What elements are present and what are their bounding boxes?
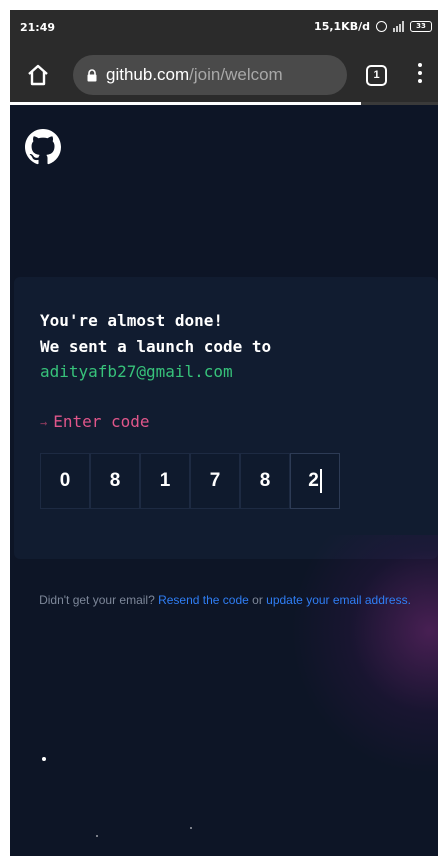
- menu-icon[interactable]: [417, 63, 423, 85]
- code-digit-input[interactable]: 8: [90, 453, 140, 509]
- status-time: 21:49: [20, 21, 56, 34]
- tab-switcher-icon[interactable]: 1: [366, 65, 387, 86]
- tab-count: 1: [373, 69, 380, 81]
- enter-code-label: → Enter code: [40, 412, 150, 431]
- sent-code-text: We sent a launch code to: [40, 337, 272, 356]
- code-digit-value: 7: [209, 470, 221, 491]
- code-digit-value: 8: [109, 470, 121, 491]
- resend-or: or: [248, 593, 267, 607]
- code-digit-input[interactable]: 0: [40, 453, 90, 509]
- signal-icon: [393, 21, 404, 32]
- resend-text: Didn't get your email? Resend the code o…: [30, 590, 420, 611]
- almost-done-heading: You're almost done!: [40, 311, 224, 330]
- code-digit-value: 0: [59, 470, 71, 491]
- background-star: [96, 835, 98, 837]
- battery-icon: 33: [410, 21, 432, 32]
- status-indicators: 15,1KB/d 33: [314, 20, 432, 33]
- code-digit-value: 2: [308, 470, 319, 491]
- resend-code-link[interactable]: Resend the code: [158, 593, 249, 607]
- home-icon[interactable]: [26, 63, 50, 87]
- background-star: [190, 827, 192, 829]
- text-caret: [319, 469, 322, 493]
- code-digit-value: 8: [259, 470, 271, 491]
- url-domain: github.com: [106, 65, 190, 84]
- email-address: adityafb27@gmail.com: [40, 362, 233, 381]
- code-digit-input[interactable]: 8: [240, 453, 290, 509]
- network-speed: 15,1KB/d: [314, 20, 370, 33]
- status-bar: 21:49 15,1KB/d 33: [10, 10, 438, 46]
- browser-toolbar: github.com/join/welcom 1: [10, 46, 438, 104]
- alarm-icon: [376, 21, 387, 32]
- code-input-group: 0 8 1 7 8 2: [40, 453, 340, 509]
- url-bar[interactable]: github.com/join/welcom: [73, 55, 347, 95]
- page-content: You're almost done! We sent a launch cod…: [10, 105, 438, 856]
- code-digit-input[interactable]: 2: [290, 453, 340, 509]
- background-glow: [290, 535, 438, 775]
- resend-prefix: Didn't get your email?: [39, 593, 159, 607]
- screenshot-frame: 21:49 15,1KB/d 33 github.com/join/welcom…: [10, 10, 438, 856]
- launch-code-card: You're almost done! We sent a launch cod…: [14, 277, 438, 559]
- code-digit-input[interactable]: 1: [140, 453, 190, 509]
- lock-icon: [87, 68, 97, 81]
- url-path: /join/welcom: [189, 65, 283, 84]
- resend-suffix: .: [407, 593, 411, 607]
- background-star: [42, 757, 46, 761]
- battery-level: 33: [416, 22, 426, 30]
- github-logo[interactable]: [25, 129, 61, 165]
- code-digit-value: 1: [159, 470, 171, 491]
- code-digit-input[interactable]: 7: [190, 453, 240, 509]
- arrow-icon: →: [40, 416, 48, 430]
- update-email-link[interactable]: update your email address: [266, 593, 407, 607]
- enter-code-text: Enter code: [53, 412, 150, 431]
